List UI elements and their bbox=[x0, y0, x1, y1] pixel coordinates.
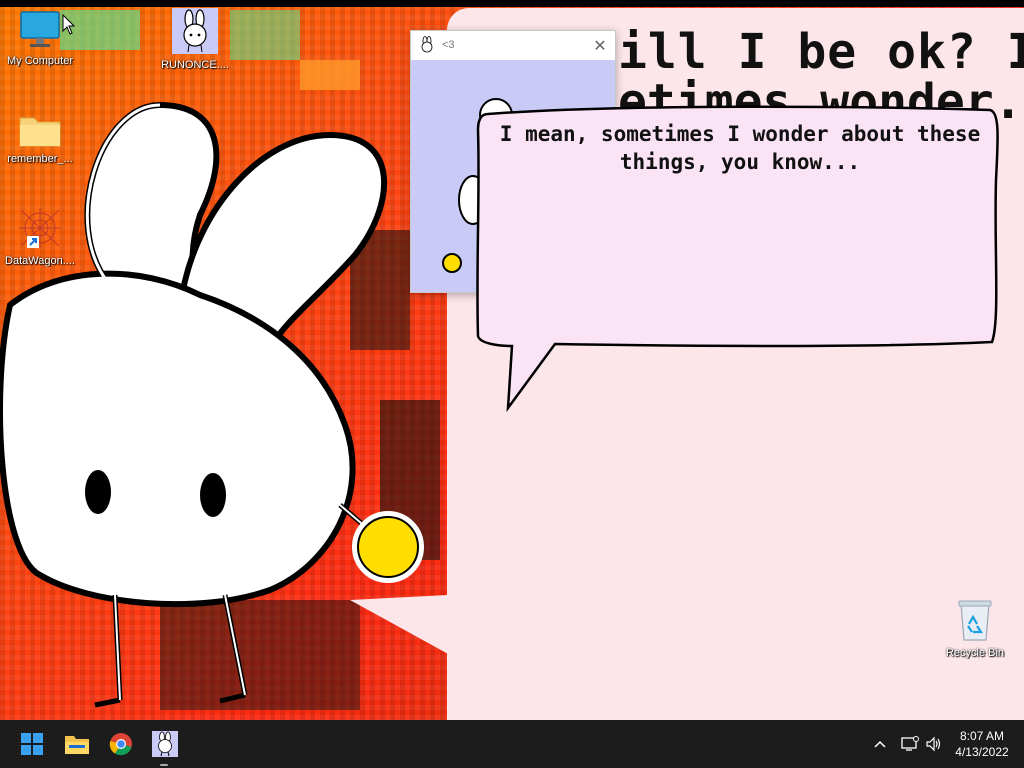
monitor-icon bbox=[20, 11, 60, 47]
network-icon bbox=[901, 736, 919, 751]
bunny-icon bbox=[421, 36, 433, 53]
desktop-icon-label: My Computer bbox=[6, 55, 74, 67]
bunny-character bbox=[0, 101, 450, 708]
desktop-wallpaper: My Computer RUNONCE.... remember_... Dat… bbox=[0, 0, 1024, 720]
volume-button[interactable] bbox=[922, 732, 946, 756]
desktop-icon-runonce[interactable]: RUNONCE.... bbox=[155, 8, 235, 71]
top-black-strip bbox=[0, 0, 1024, 7]
bunny-left-eye bbox=[85, 470, 111, 514]
bunny-right-eye bbox=[200, 473, 226, 517]
show-desktop-button[interactable] bbox=[1018, 720, 1024, 768]
bunny-icon bbox=[172, 8, 218, 54]
running-app-indicator bbox=[160, 764, 168, 766]
windows-start-icon bbox=[21, 733, 43, 755]
desktop-icon-label: RUNONCE.... bbox=[161, 59, 229, 71]
mini-window-titlebar[interactable]: <3 ✕ bbox=[411, 31, 615, 59]
system-tray: 8:07 AM 4/13/2022 bbox=[868, 720, 1024, 768]
recycle-bin-icon bbox=[958, 600, 992, 641]
clock-time: 8:07 AM bbox=[959, 729, 1005, 743]
desktop-icon-label: Recycle Bin bbox=[945, 647, 1005, 659]
chrome-icon bbox=[109, 733, 132, 756]
chrome-button[interactable] bbox=[103, 726, 139, 762]
clock[interactable]: 8:07 AM 4/13/2022 bbox=[946, 728, 1018, 760]
speech-bubble-text: I mean, sometimes I wonder about these t… bbox=[499, 122, 981, 174]
network-button[interactable] bbox=[898, 732, 922, 756]
bunny-icon bbox=[152, 731, 178, 757]
show-hidden-icons-button[interactable] bbox=[868, 732, 892, 756]
start-button[interactable] bbox=[14, 726, 50, 762]
mouse-cursor-icon bbox=[62, 14, 76, 35]
background-message-line-1: ill I be ok? I bbox=[618, 24, 1024, 80]
yellow-ball bbox=[352, 511, 424, 583]
taskbar: 8:07 AM 4/13/2022 bbox=[0, 720, 1024, 768]
folder-icon bbox=[65, 736, 89, 754]
file-explorer-button[interactable] bbox=[59, 726, 95, 762]
volume-icon bbox=[926, 736, 941, 752]
bunny-app-button[interactable] bbox=[147, 726, 183, 762]
close-button[interactable]: ✕ bbox=[585, 31, 615, 59]
clock-date: 4/13/2022 bbox=[955, 745, 1009, 759]
close-icon: ✕ bbox=[593, 35, 607, 55]
chevron-up-icon bbox=[874, 740, 886, 748]
desktop-icon-recycle-bin[interactable]: Recycle Bin bbox=[935, 598, 1015, 659]
mini-window-title: <3 bbox=[442, 39, 455, 51]
